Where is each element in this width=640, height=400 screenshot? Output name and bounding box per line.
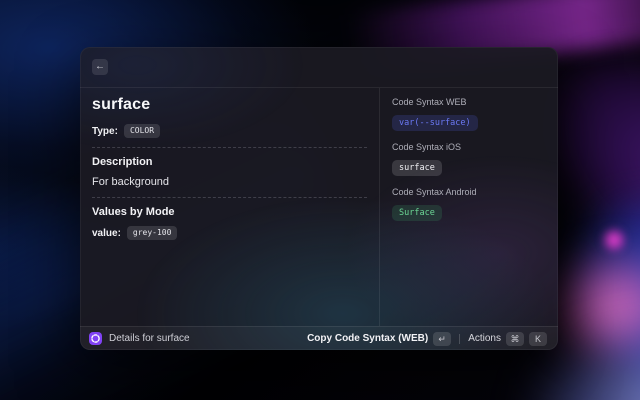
type-badge: COLOR xyxy=(123,124,161,138)
variables-extension-icon xyxy=(89,332,102,345)
token-details-panel: surface Type: COLOR Description For back… xyxy=(80,88,379,326)
actions-menu-button[interactable]: Actions ⌘ K xyxy=(466,330,549,348)
back-arrow-icon: ← xyxy=(95,61,105,72)
code-syntax-panel: Code Syntax WEB var(--surface) Code Synt… xyxy=(379,88,558,326)
code-syntax-web-label: Code Syntax WEB xyxy=(392,97,467,107)
description-text: For background xyxy=(92,176,170,188)
code-syntax-group-android: Code Syntax Android Surface xyxy=(392,187,546,232)
code-syntax-web-value: var(--surface) xyxy=(392,115,478,131)
value-row: value: grey-100 xyxy=(92,226,367,240)
return-key-icon: ↵ xyxy=(433,331,452,346)
description-section: Description For background xyxy=(92,156,367,188)
code-syntax-group-ios: Code Syntax iOS surface xyxy=(392,142,546,187)
k-key: K xyxy=(529,331,547,346)
type-label: Type: xyxy=(92,125,118,137)
divider xyxy=(92,197,367,198)
command-key-icon: ⌘ xyxy=(506,331,524,346)
values-section: Values by Mode value: grey-100 xyxy=(92,206,367,240)
divider xyxy=(92,147,367,148)
details-window: ← surface Type: COLOR Description For ba… xyxy=(80,47,558,350)
window-footer: Details for surface Copy Code Syntax (WE… xyxy=(80,326,558,350)
desktop: ← surface Type: COLOR Description For ba… xyxy=(0,0,640,400)
back-button[interactable]: ← xyxy=(92,59,108,75)
values-by-mode-heading: Values by Mode xyxy=(92,206,175,218)
code-syntax-group-web: Code Syntax WEB var(--surface) xyxy=(392,97,546,142)
footer-divider xyxy=(459,333,461,344)
dashed-circle-icon xyxy=(91,334,100,343)
code-syntax-ios-value: surface xyxy=(392,160,442,176)
footer-actions: Copy Code Syntax (WEB) ↵ Actions ⌘ K xyxy=(305,330,549,348)
type-row: Type: COLOR xyxy=(92,124,367,138)
status-text: Details for surface xyxy=(109,333,190,344)
code-syntax-ios-label: Code Syntax iOS xyxy=(392,142,462,152)
wallpaper-pink-glow xyxy=(548,244,640,370)
value-label: value: xyxy=(92,227,121,239)
description-heading: Description xyxy=(92,156,153,168)
page-title: surface xyxy=(92,96,151,113)
window-header: ← xyxy=(80,47,558,88)
window-body: surface Type: COLOR Description For back… xyxy=(80,88,558,326)
value-badge: grey-100 xyxy=(126,226,178,240)
copy-code-syntax-button[interactable]: Copy Code Syntax (WEB) ↵ xyxy=(305,330,453,348)
copy-code-syntax-label: Copy Code Syntax (WEB) xyxy=(307,333,429,344)
wallpaper-magenta-dot xyxy=(601,227,627,253)
actions-label: Actions xyxy=(468,333,501,344)
code-syntax-android-value: Surface xyxy=(392,205,442,221)
code-syntax-android-label: Code Syntax Android xyxy=(392,187,477,197)
